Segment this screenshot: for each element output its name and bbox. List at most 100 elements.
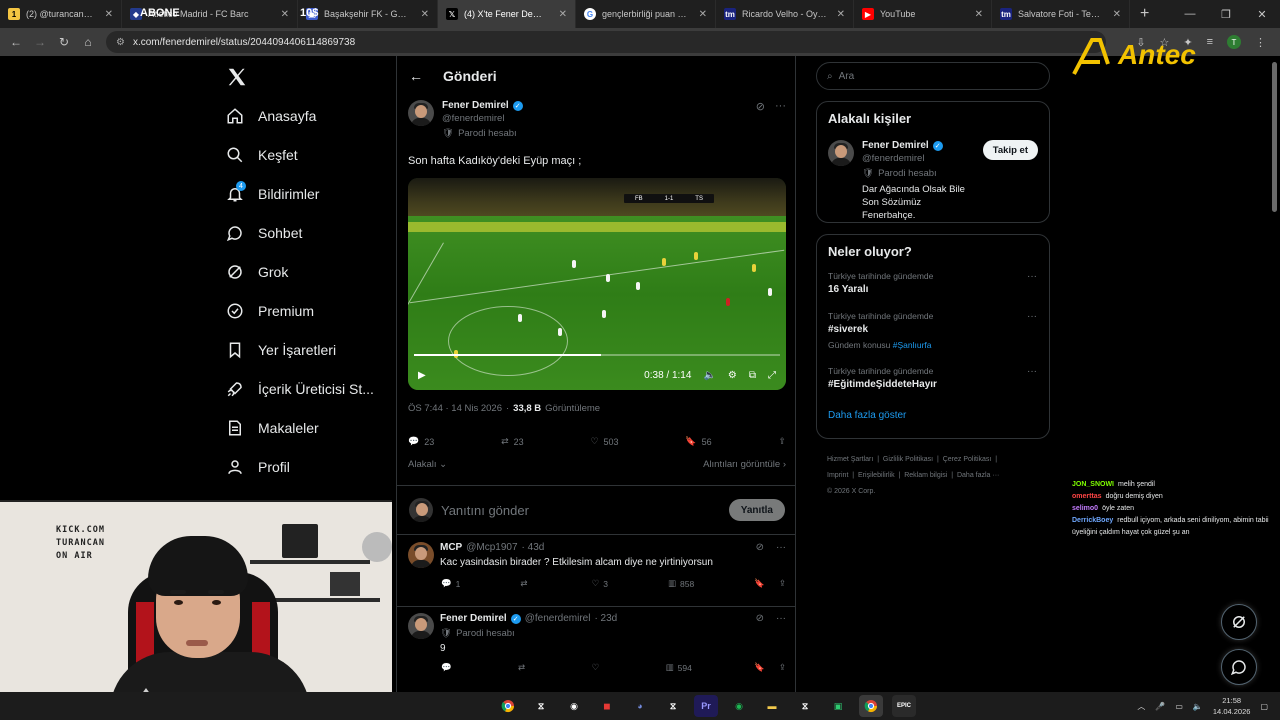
views-action[interactable]: ▥ 594 — [666, 662, 692, 673]
menu-dots-icon[interactable]: ⋮ — [1255, 36, 1266, 49]
chrome2-icon[interactable] — [859, 695, 883, 717]
repost-action[interactable]: ⇄ — [518, 662, 529, 673]
repost-action[interactable]: ⇄ 23 — [501, 436, 524, 447]
reply-item[interactable]: MCP @Mcp1907 · 43d Kac yasindasin birade… — [397, 542, 795, 589]
trend-item[interactable]: Türkiye tarihinde gündemde 16 Yaralı ··· — [817, 271, 1049, 295]
pip-icon[interactable]: ⧉ — [749, 370, 756, 381]
capcut3-icon[interactable]: ⧖ — [793, 695, 817, 717]
discord-icon[interactable]: ◕ — [628, 695, 652, 717]
tab-3[interactable]: ▣ Başakşehir FK - Gençlerbi ✕ — [298, 0, 438, 28]
footer-link[interactable]: Erişilebilirlik — [858, 472, 895, 479]
search-input[interactable]: ⌕ Ara — [816, 62, 1050, 90]
close-icon[interactable]: ✕ — [281, 9, 289, 20]
trend-link[interactable]: #Şanlıurfa — [893, 340, 932, 350]
close-window-icon[interactable]: ✕ — [1244, 8, 1280, 21]
epic-icon[interactable]: EPIC — [892, 695, 916, 717]
views-action[interactable]: ▥ 858 — [668, 578, 694, 589]
spotify-icon[interactable]: ◉ — [727, 695, 751, 717]
nav-item-profile[interactable]: Profil — [226, 447, 374, 486]
follow-button[interactable]: Takip et — [982, 140, 1038, 160]
like-action[interactable]: ♡ — [592, 662, 604, 673]
nav-item-creator-studio[interactable]: İçerik Üreticisi St... — [226, 369, 374, 408]
minimize-icon[interactable]: — — [1172, 8, 1208, 20]
volume-icon[interactable]: 🔈 — [703, 370, 715, 381]
nav-item-explore[interactable]: Keşfet — [226, 135, 374, 174]
site-info-icon[interactable]: ⚙ — [116, 37, 125, 48]
share-icon[interactable]: ⇪ — [779, 662, 786, 673]
messages-fab-button[interactable] — [1221, 649, 1257, 685]
footer-link[interactable]: Gizlilik Politikası — [883, 456, 933, 463]
maximize-icon[interactable]: ❐ — [1208, 8, 1244, 21]
tab-8[interactable]: tm Salvatore Foti - Teknik Di ✕ — [992, 0, 1130, 28]
page-scrollbar[interactable] — [1272, 62, 1277, 212]
footer-more-link[interactable]: Daha fazla ··· — [957, 472, 999, 479]
author-handle[interactable]: @fenerdemirel — [442, 113, 523, 124]
video-player[interactable]: FB 1-1 TS ▶ 0:38 / 1:14 🔈 ⚙ ⧉ ⤢ — [408, 178, 786, 390]
new-tab-button[interactable]: + — [1130, 5, 1159, 23]
reply-input[interactable]: Yanıtını gönder — [441, 503, 529, 518]
footer-link[interactable]: Hizmet Şartları — [827, 456, 873, 463]
sort-dropdown[interactable]: Alakalı ⌄ — [408, 459, 447, 470]
volume-icon[interactable]: 🔈 — [1193, 702, 1203, 711]
reply-author[interactable]: Fener Demirel ✓ @fenerdemirel · 23d — [440, 613, 750, 624]
forward-icon[interactable]: → — [28, 35, 52, 49]
obs-icon[interactable]: ◉ — [562, 695, 586, 717]
close-icon[interactable]: ✕ — [975, 9, 983, 20]
nav-item-notifications[interactable]: 4 Bildirimler — [226, 174, 374, 213]
nav-item-bookmarks[interactable]: Yer İşaretleri — [226, 330, 374, 369]
microphone-icon[interactable]: 🎤 — [1155, 702, 1165, 711]
close-icon[interactable]: ✕ — [105, 9, 113, 20]
more-dots-icon[interactable]: ··· — [775, 100, 786, 139]
trend-item[interactable]: Türkiye tarihinde gündemde #EğitimdeŞidd… — [817, 366, 1049, 390]
network-icon[interactable]: ▭ — [1175, 702, 1183, 711]
avatar[interactable] — [408, 542, 434, 568]
bookmark-action[interactable]: 🔖 56 — [685, 436, 711, 447]
grok-icon[interactable]: ⊘ — [756, 613, 764, 624]
tab-6[interactable]: tm Ricardo Velho - Oyuncu p ✕ — [716, 0, 854, 28]
capcut-icon[interactable]: ⧖ — [529, 695, 553, 717]
post-time[interactable]: ÖS 7:44 · 14 Nis 2026 — [408, 403, 502, 414]
trend-item[interactable]: Türkiye tarihinde gündemde #siverek Günd… — [817, 311, 1049, 350]
reload-icon[interactable]: ↻ — [52, 35, 76, 49]
more-dots-icon[interactable]: ··· — [776, 613, 786, 624]
chevron-up-icon[interactable]: ︿ — [1137, 701, 1145, 712]
app-green-icon[interactable]: ▣ — [826, 695, 850, 717]
x-logo-icon[interactable] — [226, 66, 248, 88]
more-dots-icon[interactable]: ··· — [1027, 311, 1037, 322]
back-icon[interactable]: ← — [4, 35, 28, 49]
tab-4-active[interactable]: 𝕏 (4) X'te Fener Demirel: "S ✕ — [438, 0, 576, 28]
play-icon[interactable]: ▶ — [418, 370, 426, 381]
nav-item-articles[interactable]: Makaleler — [226, 408, 374, 447]
reply-action[interactable]: 💬 — [441, 662, 456, 673]
avatar[interactable] — [828, 140, 854, 166]
reply-author[interactable]: MCP @Mcp1907 · 43d — [440, 542, 750, 553]
share-action[interactable]: ⇪ — [778, 436, 786, 447]
more-dots-icon[interactable]: ··· — [1027, 366, 1037, 377]
reply-button[interactable]: Yanıtla — [728, 499, 785, 521]
close-icon[interactable]: ✕ — [1113, 9, 1121, 20]
grok-fab-button[interactable] — [1221, 604, 1257, 640]
capcut2-icon[interactable]: ⧖ — [661, 695, 685, 717]
more-dots-icon[interactable]: ··· — [1027, 271, 1037, 282]
premiere-icon[interactable]: Pr — [694, 695, 718, 717]
close-icon[interactable]: ✕ — [837, 9, 845, 20]
related-person[interactable]: Fener Demirel ✓ @fenerdemirel 🛡 Parodi he… — [817, 126, 1049, 222]
folder-icon[interactable]: ▬ — [760, 695, 784, 717]
tab-1[interactable]: 1 (2) @turancan0/. / X ✕ — [0, 0, 122, 28]
reply-action[interactable]: 💬 23 — [408, 436, 434, 447]
avatar[interactable] — [408, 100, 434, 126]
grok-icon[interactable]: ⊘ — [756, 100, 765, 139]
my-avatar[interactable] — [409, 498, 433, 522]
fullscreen-icon[interactable]: ⤢ — [768, 370, 776, 381]
nav-item-home[interactable]: Anasayfa — [226, 96, 374, 135]
show-more-link[interactable]: Daha fazla göster — [817, 410, 1049, 421]
repost-action[interactable]: ⇄ — [520, 578, 531, 589]
tab-5[interactable]: G gençlerbirliği puan durum ✕ — [576, 0, 716, 28]
back-arrow-icon[interactable]: ← — [409, 68, 423, 84]
footer-link[interactable]: Reklam bilgisi — [904, 472, 947, 479]
reply-action[interactable]: 💬 1 — [441, 578, 460, 589]
avatar[interactable] — [408, 613, 434, 639]
close-icon[interactable]: ✕ — [559, 9, 567, 20]
video-progress-bar[interactable] — [414, 354, 780, 356]
grok-icon[interactable]: ⊘ — [756, 542, 764, 553]
